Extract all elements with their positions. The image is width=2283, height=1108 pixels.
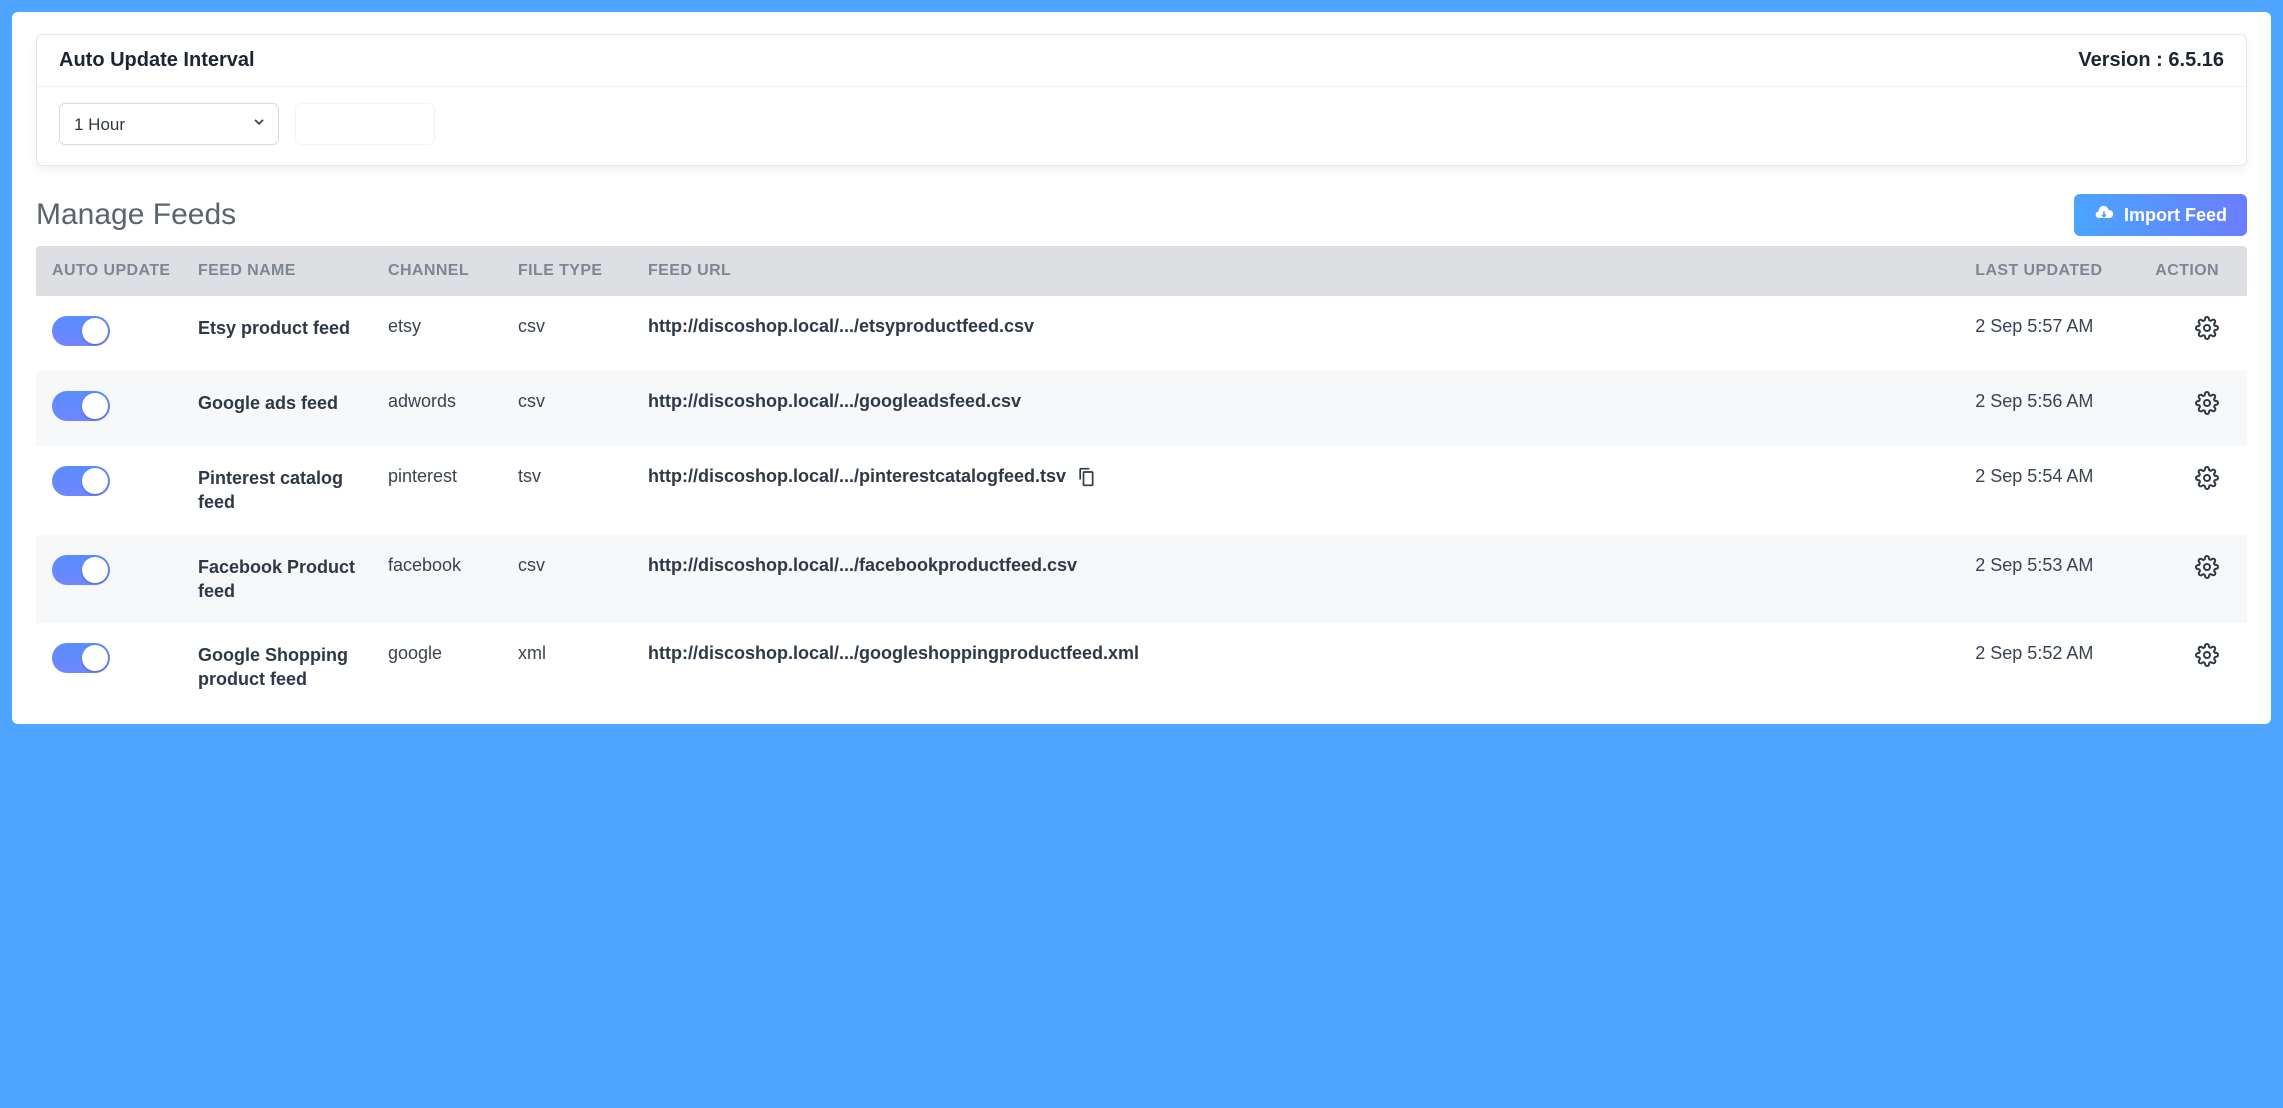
feed-url: http://discoshop.local/.../etsyproductfe… — [648, 316, 1034, 337]
toggle-knob — [82, 468, 108, 494]
auto-update-toggle[interactable] — [52, 643, 110, 673]
feeds-table-body: Etsy product feedetsycsvhttp://discoshop… — [36, 296, 2247, 712]
app-frame: Auto Update Interval Version : 6.5.16 1 … — [12, 12, 2271, 724]
toggle-knob — [82, 645, 108, 671]
copy-icon[interactable] — [1076, 467, 1096, 487]
gear-icon[interactable] — [2195, 466, 2219, 490]
feed-channel: etsy — [376, 296, 506, 371]
feed-channel: adwords — [376, 371, 506, 446]
auto-update-toggle[interactable] — [52, 466, 110, 496]
feed-channel: facebook — [376, 535, 506, 624]
feed-url-text: http://discoshop.local/.../etsyproductfe… — [648, 316, 1034, 337]
feed-file-type: csv — [506, 296, 636, 371]
gear-icon[interactable] — [2195, 643, 2219, 667]
feed-last-updated: 2 Sep 5:56 AM — [1963, 371, 2143, 446]
panel-title: Auto Update Interval — [59, 49, 255, 72]
auto-update-toggle[interactable] — [52, 316, 110, 346]
feed-file-type: tsv — [506, 446, 636, 535]
feed-file-type: xml — [506, 623, 636, 712]
auto-update-toggle[interactable] — [52, 391, 110, 421]
feed-name: Facebook Product feed — [198, 555, 364, 604]
feed-last-updated: 2 Sep 5:52 AM — [1963, 623, 2143, 712]
feed-url: http://discoshop.local/.../googleadsfeed… — [648, 391, 1021, 412]
feed-url-text: http://discoshop.local/.../googleshoppin… — [648, 643, 1139, 664]
col-channel: CHANNEL — [376, 246, 506, 296]
col-file-type: FILE TYPE — [506, 246, 636, 296]
table-row: Google ads feed adwordscsv http://discosho… — [36, 371, 2247, 446]
feed-file-type: csv — [506, 371, 636, 446]
feed-name: Google Shopping product feed — [198, 643, 364, 692]
panel-body: 1 Hour — [37, 87, 2246, 165]
feed-url-text: http://discoshop.local/.../facebookprodu… — [648, 555, 1077, 576]
feed-last-updated: 2 Sep 5:53 AM — [1963, 535, 2143, 624]
feed-url-text: http://discoshop.local/.../googleadsfeed… — [648, 391, 1021, 412]
col-auto-update: AUTO UPDATE — [36, 246, 186, 296]
col-last-updated: LAST UPDATED — [1963, 246, 2143, 296]
feed-file-type: csv — [506, 535, 636, 624]
gear-icon[interactable] — [2195, 555, 2219, 579]
interval-select-wrap: 1 Hour — [59, 103, 279, 145]
panel-header: Auto Update Interval Version : 6.5.16 — [37, 35, 2246, 87]
toggle-knob — [82, 318, 108, 344]
manage-feeds-header: Manage Feeds Import Feed — [36, 194, 2247, 236]
feed-name: Google ads feed — [198, 391, 364, 415]
toggle-knob — [82, 557, 108, 583]
feed-last-updated: 2 Sep 5:57 AM — [1963, 296, 2143, 371]
table-row: Etsy product feed etsycsv http://discoshop… — [36, 296, 2247, 371]
interval-select[interactable]: 1 Hour — [59, 103, 279, 145]
gear-icon[interactable] — [2195, 391, 2219, 415]
version-value: 6.5.16 — [2168, 49, 2224, 71]
feed-url: http://discoshop.local/.../pinterestcata… — [648, 466, 1096, 487]
feed-name: Pinterest catalog feed — [198, 466, 364, 515]
table-row: Google Shopping product feedgooglexmlhtt… — [36, 623, 2247, 712]
col-action: ACTION — [2143, 246, 2247, 296]
feed-url-text: http://discoshop.local/.../pinterestcata… — [648, 466, 1066, 487]
import-feed-label: Import Feed — [2124, 205, 2227, 226]
feed-channel: pinterest — [376, 446, 506, 535]
table-row: Pinterest catalog feedpinteresttsv http:/… — [36, 446, 2247, 535]
feed-last-updated: 2 Sep 5:54 AM — [1963, 446, 2143, 535]
feeds-table-head: AUTO UPDATE FEED NAME CHANNEL FILE TYPE … — [36, 246, 2247, 296]
feed-url: http://discoshop.local/.../googleshoppin… — [648, 643, 1139, 664]
cloud-download-icon — [2094, 203, 2114, 228]
col-feed-name: FEED NAME — [186, 246, 376, 296]
table-row: Facebook Product feedfacebookcsv http://d… — [36, 535, 2247, 624]
section-title: Manage Feeds — [36, 198, 236, 232]
import-feed-button[interactable]: Import Feed — [2074, 194, 2247, 236]
col-feed-url: FEED URL — [636, 246, 1963, 296]
feeds-table: AUTO UPDATE FEED NAME CHANNEL FILE TYPE … — [36, 246, 2247, 712]
auto-update-panel: Auto Update Interval Version : 6.5.16 1 … — [36, 34, 2247, 166]
secondary-box — [295, 103, 435, 145]
version-prefix: Version : — [2078, 49, 2168, 71]
auto-update-toggle[interactable] — [52, 555, 110, 585]
feed-name: Etsy product feed — [198, 316, 364, 340]
toggle-knob — [82, 393, 108, 419]
gear-icon[interactable] — [2195, 316, 2219, 340]
version-label: Version : 6.5.16 — [2078, 49, 2224, 72]
feed-url: http://discoshop.local/.../facebookprodu… — [648, 555, 1077, 576]
feed-channel: google — [376, 623, 506, 712]
